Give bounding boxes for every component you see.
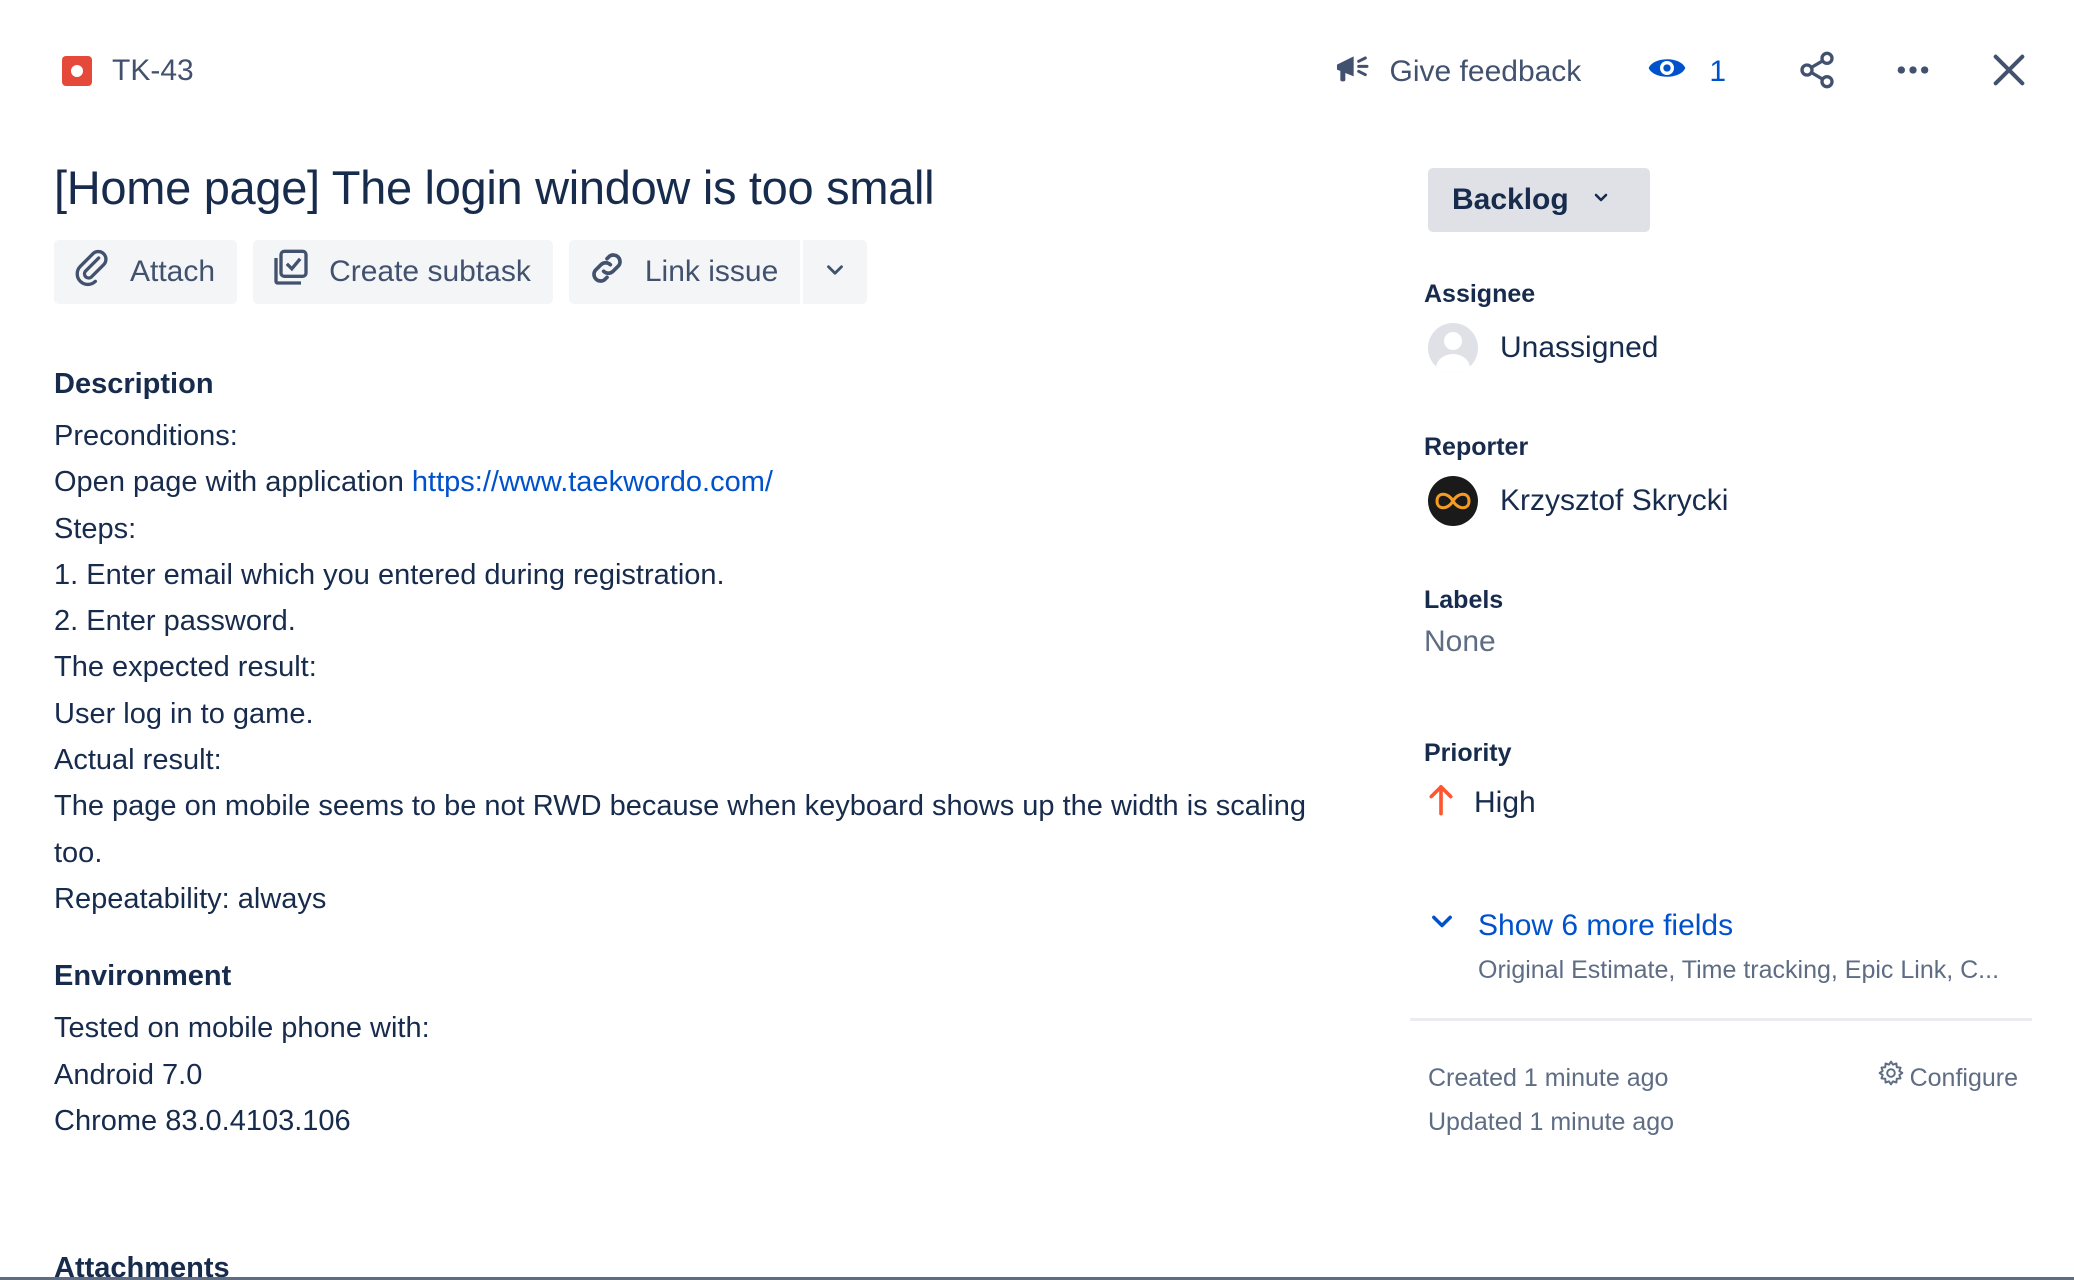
issue-title[interactable]: [Home page] The login window is too smal… (54, 160, 935, 215)
link-icon (587, 248, 627, 296)
issue-header-bar: TK-43 Give feedback 1 (0, 40, 2074, 104)
environment-line: Chrome 83.0.4103.106 (54, 1104, 351, 1137)
share-button[interactable] (1792, 47, 1842, 97)
show-more-fields[interactable]: Show 6 more fields Original Estimate, Ti… (1428, 908, 1999, 985)
description-line: Actual result: (54, 744, 222, 777)
issue-key-label[interactable]: TK-43 (112, 54, 194, 88)
description-line: 2. Enter password. (54, 605, 296, 638)
environment-line: Android 7.0 (54, 1058, 203, 1091)
close-icon (1989, 50, 2029, 95)
environment-body: Tested on mobile phone with: Android 7.0… (54, 1005, 1334, 1144)
environment-line: Tested on mobile phone with: (54, 1012, 430, 1045)
link-issue-split-button: Link issue (568, 240, 868, 304)
header-actions: Give feedback 1 (1332, 40, 2034, 104)
status-label: Backlog (1452, 183, 1569, 216)
description-line: Repeatability: always (54, 882, 327, 915)
megaphone-icon (1332, 48, 1372, 96)
create-subtask-button[interactable]: Create subtask (253, 240, 553, 304)
description-text: Open page with application (54, 466, 412, 499)
environment-section[interactable]: Environment Tested on mobile phone with:… (54, 960, 1334, 1144)
attachments-heading: Attachments (54, 1252, 230, 1280)
show-more-label: Show 6 more fields (1478, 909, 1734, 942)
chevron-down-icon (1589, 183, 1613, 217)
chevron-down-icon (1428, 908, 1456, 944)
eye-icon (1647, 48, 1687, 96)
attach-label: Attach (130, 255, 216, 288)
more-actions-button[interactable] (1888, 47, 1938, 97)
create-subtask-label: Create subtask (329, 255, 531, 288)
priority-field: Priority High (1424, 739, 1536, 824)
environment-heading: Environment (54, 960, 232, 993)
description-line: Preconditions: (54, 420, 238, 452)
arrow-up-icon (1426, 782, 1456, 824)
reporter-value[interactable]: Krzysztof Skrycki (1424, 476, 1728, 526)
sidebar-divider (1410, 1018, 2032, 1021)
assignee-value[interactable]: Unassigned (1424, 323, 1658, 373)
assignee-field: Assignee Unassigned (1424, 280, 1658, 373)
issue-content: Description Preconditions: Open page wit… (54, 368, 1334, 1144)
more-horizontal-icon (1893, 50, 1933, 95)
subtask-icon (271, 248, 311, 296)
share-icon (1797, 50, 1837, 95)
reporter-field: Reporter Krzysztof Skrycki (1424, 433, 1728, 526)
link-issue-label: Link issue (644, 255, 779, 288)
chevron-down-icon (822, 257, 848, 288)
gear-icon (1878, 1056, 1904, 1100)
updated-timestamp: Updated 1 minute ago (1428, 1108, 1675, 1136)
reporter-label: Reporter (1424, 433, 1529, 461)
link-issue-button[interactable]: Link issue (569, 240, 800, 304)
labels-field: Labels None (1424, 586, 1503, 659)
link-issue-dropdown[interactable] (803, 240, 867, 304)
description-section[interactable]: Description Preconditions: Open page wit… (54, 368, 1334, 922)
configure-button[interactable]: Configure (1878, 1056, 2018, 1100)
description-line: User log in to game. (54, 697, 314, 730)
description-body: Preconditions: Open page with applicatio… (54, 413, 1334, 922)
reporter-name: Krzysztof Skrycki (1500, 484, 1729, 517)
give-feedback-button[interactable]: Give feedback (1332, 48, 1582, 96)
description-line: 1. Enter email which you entered during … (54, 558, 725, 591)
labels-value[interactable]: None (1424, 625, 1503, 659)
avatar (1428, 476, 1478, 526)
description-line: Open page with application https://www.t… (54, 459, 1334, 505)
close-button[interactable] (1984, 47, 2034, 97)
description-line: Steps: (54, 512, 137, 545)
assignee-label: Assignee (1424, 280, 1536, 308)
description-heading: Description (54, 368, 214, 400)
bug-icon (62, 56, 92, 86)
give-feedback-label: Give feedback (1389, 55, 1582, 88)
paperclip-icon (72, 248, 112, 296)
created-timestamp: Created 1 minute ago (1428, 1064, 1669, 1092)
watch-button[interactable]: 1 (1647, 48, 1726, 96)
watchers-count: 1 (1709, 55, 1726, 88)
description-line: The expected result: (54, 651, 317, 684)
status-dropdown[interactable]: Backlog (1428, 168, 1650, 232)
description-line: The page on mobile seems to be not RWD b… (54, 790, 1306, 869)
attach-button[interactable]: Attach (54, 240, 238, 304)
priority-name: High (1474, 786, 1536, 819)
assignee-name: Unassigned (1500, 331, 1659, 364)
application-link[interactable]: https://www.taekwordo.com/ (412, 466, 773, 498)
priority-label: Priority (1424, 739, 1512, 767)
priority-value[interactable]: High (1424, 782, 1536, 824)
show-more-link[interactable]: Show 6 more fields (1428, 908, 1999, 944)
issue-key[interactable]: TK-43 (62, 54, 194, 88)
issue-toolbar: Attach Create subtask Link issue (54, 240, 868, 304)
labels-label: Labels (1424, 586, 1504, 614)
show-more-summary: Original Estimate, Time tracking, Epic L… (1478, 956, 2000, 984)
empty-avatar-icon (1428, 323, 1478, 373)
timestamps: Created 1 minute ago Updated 1 minute ag… (1428, 1056, 1674, 1144)
configure-label: Configure (1909, 1064, 2018, 1092)
